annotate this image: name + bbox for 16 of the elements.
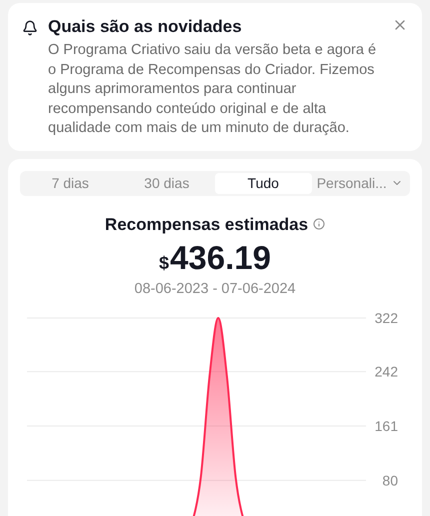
bell-icon [22,20,38,36]
notice-text: O Programa Criativo saiu da versão beta e agora é o Programa de Recompensas do Criador. Fizemos alguns aprimoramentos para continuar recompensando conteúdo original e de alta qualidade com mais de um minuto de duração. [48,41,378,138]
info-icon [313,218,326,230]
date-range: 08-06-2023 - 07-06-2024 [134,280,296,299]
summary-title: Recompensas estimadas [104,214,308,236]
period-tab[interactable]: 7 dias [22,172,118,194]
period-tab[interactable]: Tudo [215,172,312,194]
axis-label: 80 [382,472,398,488]
notice-title: Quais são as novidades [48,16,242,38]
axis-label: 322 [374,310,398,326]
currency-symbol: $ [159,252,170,275]
amount-value: 436.19 [170,239,271,277]
period-dropdown[interactable]: Personali... [312,172,408,194]
axis-label: 161 [374,418,398,434]
period-tab[interactable]: 30 dias [118,172,215,194]
axis-label: 242 [374,363,398,380]
